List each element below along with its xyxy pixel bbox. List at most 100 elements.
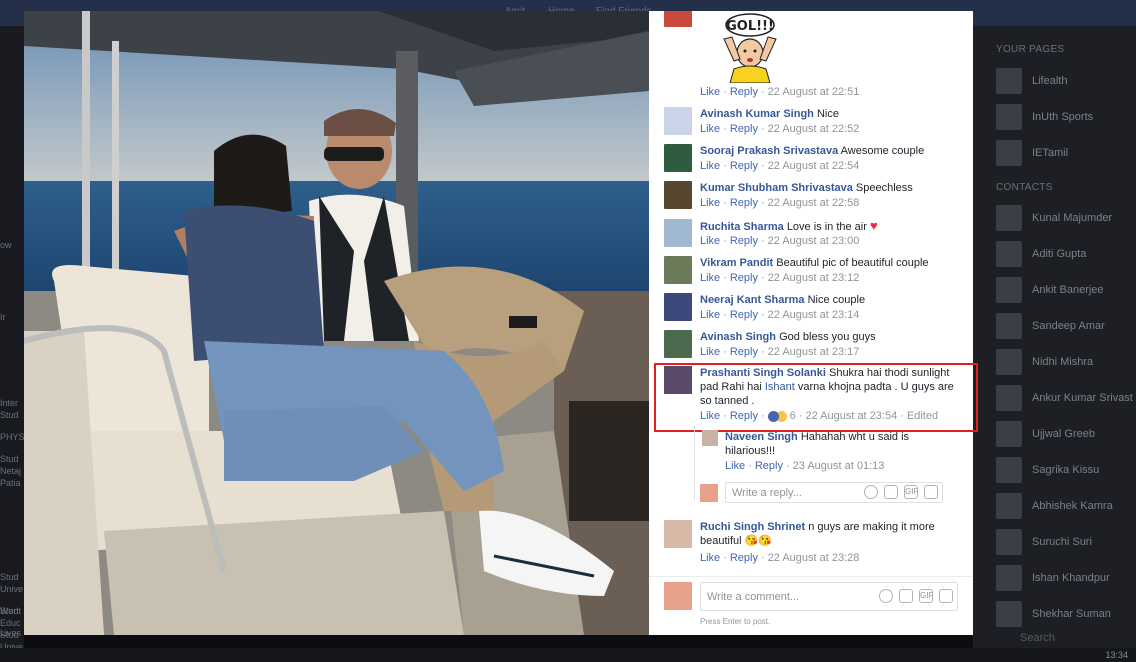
comments-panel: GOL!!! Like · Reply · 22 August at 22:51 Avi… [649, 11, 973, 635]
contact-item[interactable]: Suruchi Suri [996, 529, 1136, 555]
reply-link[interactable]: Reply [730, 552, 758, 564]
contact-name: Ankit Banerjee [1032, 284, 1104, 296]
reply-input[interactable]: Write a reply... GIF [725, 482, 943, 503]
avatar[interactable] [664, 520, 692, 548]
my-avatar [664, 582, 692, 610]
like-link[interactable]: Like [725, 460, 745, 472]
like-link[interactable]: Like [700, 309, 720, 321]
contact-item[interactable]: Ankit Banerjee [996, 277, 1136, 303]
reply-link[interactable]: Reply [730, 346, 758, 358]
sticker-text: GOL!!! [726, 19, 774, 34]
commenter-name[interactable]: Neeraj Kant Sharma [700, 294, 805, 306]
left-feed-fragment: PHYS [0, 432, 24, 442]
camera-icon[interactable] [899, 589, 913, 603]
reply-time[interactable]: 23 August at 01:13 [793, 460, 885, 472]
contact-item[interactable]: Abhishek Kamra [996, 493, 1136, 519]
like-link[interactable]: Like [700, 123, 720, 135]
comment-time[interactable]: 22 August at 23:00 [768, 235, 860, 247]
like-link[interactable]: Like [700, 197, 720, 209]
page-name: Lifealth [1032, 75, 1068, 87]
naveen-avatar[interactable] [702, 430, 718, 446]
commenter-name[interactable]: Kumar Shubham Shrivastava [700, 182, 853, 194]
like-link[interactable]: Like [700, 272, 720, 284]
comment-text: Beautiful pic of beautiful couple [776, 256, 929, 269]
reply-link[interactable]: Reply [730, 86, 758, 98]
contact-item[interactable]: Ujjwal Greeb [996, 421, 1136, 447]
contact-item[interactable]: Nidhi Mishra [996, 349, 1136, 375]
left-feed-fragment: Stud [0, 572, 19, 582]
commenter-name[interactable]: Vikram Pandit [700, 257, 773, 269]
page-item[interactable]: Lifealth [996, 68, 1136, 94]
comment-time[interactable]: 22 August at 22:52 [768, 123, 860, 135]
reply-link[interactable]: Reply [730, 235, 758, 247]
contact-avatar [996, 205, 1022, 231]
comment-time[interactable]: 22 August at 22:54 [768, 160, 860, 172]
reply-link[interactable]: Reply [730, 309, 758, 321]
avatar[interactable] [664, 255, 692, 284]
your-pages-heading: YOUR PAGES [996, 44, 1065, 55]
comment-input[interactable]: Write a comment... GIF [700, 582, 958, 611]
comment-time[interactable]: 22 August at 22:51 [768, 86, 860, 98]
contact-item[interactable]: Sagrika Kissu [996, 457, 1136, 483]
avatar[interactable] [664, 181, 692, 210]
avatar[interactable] [664, 330, 692, 359]
commenter-name[interactable]: Naveen Singh [725, 431, 798, 443]
comment-time[interactable]: 22 August at 22:58 [768, 197, 860, 209]
avatar[interactable] [664, 293, 692, 321]
post-photo[interactable] [24, 11, 649, 635]
like-link[interactable]: Like [700, 346, 720, 358]
comment-actions: Like · Reply · 22 August at 23:00 [700, 234, 860, 247]
like-link[interactable]: Like [700, 86, 720, 98]
comment-time[interactable]: 22 August at 23:28 [768, 552, 860, 564]
left-feed-fragment: Patia [0, 478, 21, 488]
chat-search[interactable]: Search [1020, 632, 1055, 644]
like-reaction-icon [767, 410, 779, 422]
page-item[interactable]: InUth Sports [996, 104, 1136, 130]
emoji-icon[interactable] [864, 485, 878, 499]
reply-input-placeholder: Write a reply... [732, 487, 802, 499]
avatar[interactable] [664, 11, 692, 27]
gif-icon[interactable]: GIF [904, 485, 918, 499]
page-avatar [996, 140, 1022, 166]
reply-link[interactable]: Reply [730, 160, 758, 172]
emoji-icon[interactable] [879, 589, 893, 603]
commenter-name[interactable]: Avinash Singh [700, 331, 776, 343]
contact-item[interactable]: Sandeep Amar [996, 313, 1136, 339]
contact-avatar [996, 493, 1022, 519]
comment-input-placeholder: Write a comment... [707, 591, 800, 603]
gif-icon[interactable]: GIF [919, 589, 933, 603]
comment-actions: Like · Reply · 22 August at 22:51 [700, 86, 860, 98]
comment-time[interactable]: 22 August at 23:12 [768, 272, 860, 284]
reply-link[interactable]: Reply [730, 123, 758, 135]
left-feed-fragment: Inter [0, 398, 19, 408]
avatar[interactable] [664, 144, 692, 173]
sticker-icon[interactable] [939, 589, 953, 603]
reply-link[interactable]: Reply [755, 460, 783, 472]
like-link[interactable]: Like [700, 160, 720, 172]
contact-item[interactable]: Shekhar Suman [996, 601, 1136, 627]
contact-item[interactable]: Ishan Khandpur [996, 565, 1136, 591]
avatar[interactable] [664, 218, 692, 247]
contact-avatar [996, 529, 1022, 555]
commenter-name[interactable]: Avinash Kumar Singh [700, 108, 814, 120]
commenter-name[interactable]: Sooraj Prakash Srivastava [700, 145, 838, 157]
reply-link[interactable]: Reply [730, 272, 758, 284]
commenter-name[interactable]: Ruchi Singh Shrinet [700, 521, 805, 533]
sticker-icon[interactable] [924, 485, 938, 499]
highlight-box [654, 363, 978, 432]
commenter-name[interactable]: Ruchita Sharma [700, 221, 784, 233]
avatar[interactable] [664, 107, 692, 135]
like-link[interactable]: Like [700, 235, 720, 247]
contact-item[interactable]: Kunal Majumder [996, 205, 1136, 231]
reply-link[interactable]: Reply [730, 197, 758, 209]
contact-name: Abhishek Kamra [1032, 500, 1113, 512]
like-link[interactable]: Like [700, 552, 720, 564]
comment-time[interactable]: 22 August at 23:17 [768, 346, 860, 358]
comment-time[interactable]: 22 August at 23:14 [768, 309, 860, 321]
camera-icon[interactable] [884, 485, 898, 499]
contact-item[interactable]: Aditi Gupta [996, 241, 1136, 267]
page-item[interactable]: IETamil [996, 140, 1136, 166]
contact-name: Aditi Gupta [1032, 248, 1087, 260]
page-name: InUth Sports [1032, 111, 1094, 123]
contact-item[interactable]: Ankur Kumar Srivast [996, 385, 1136, 411]
